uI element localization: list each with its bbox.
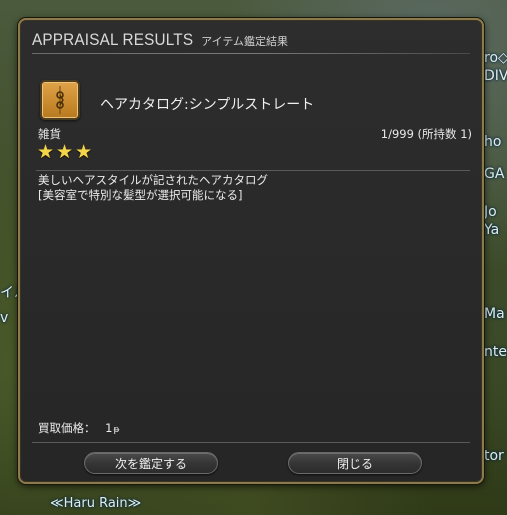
bg-nameplate-fragment: Ma	[484, 306, 505, 322]
item-stack-count: 1/999 (所持数 1)	[380, 127, 472, 141]
bg-nameplate-fragment: v	[0, 310, 9, 326]
bg-nameplate-fragment: Jo	[484, 204, 497, 220]
bg-player-nameplate: ≪Haru Rain≫	[50, 496, 142, 511]
description-line: 美しいヘアスタイルが記されたヘアカタログ	[38, 173, 268, 187]
bg-nameplate-fragment: GA	[484, 166, 505, 182]
sell-price: 買取価格： 1ᵽ	[38, 420, 120, 436]
star-icon: ★	[37, 141, 55, 163]
window-subtitle: アイテム鑑定結果	[201, 35, 289, 48]
appraise-next-button[interactable]: 次を鑑定する	[84, 452, 218, 474]
sell-price-value: 1	[105, 421, 113, 435]
item-description: 美しいヘアスタイルが記されたヘアカタログ [美容室で特別な髪型が選択可能になる]	[38, 173, 268, 203]
item-category: 雑貨	[38, 127, 61, 141]
description-line: [美容室で特別な髪型が選択可能になる]	[38, 188, 243, 202]
star-icon: ★	[56, 141, 74, 163]
sell-price-label: 買取価格：	[38, 421, 96, 435]
appraisal-results-window: APPRAISAL RESULTS アイテム鑑定結果 ヘアカタログ:シンプルスト…	[18, 18, 484, 484]
star-icon: ★	[75, 141, 93, 163]
bg-nameplate-fragment: nte	[484, 344, 507, 360]
item-rating: ★ ★ ★	[37, 143, 92, 162]
bg-nameplate-fragment: ho	[484, 134, 502, 150]
gil-icon: ᵽ	[113, 425, 120, 435]
window-title: APPRAISAL RESULTS	[32, 30, 194, 49]
bg-nameplate-fragment: ro◇	[484, 50, 507, 66]
description-divider	[36, 170, 470, 171]
close-button[interactable]: 閉じる	[288, 452, 422, 474]
item-name: ヘアカタログ:シンプルストレート	[100, 97, 315, 113]
title-divider	[32, 53, 470, 54]
footer-divider	[32, 442, 470, 443]
bg-nameplate-fragment: tor	[484, 448, 504, 464]
bg-nameplate-fragment: Ya	[484, 222, 500, 238]
bg-nameplate-fragment: DIV	[484, 68, 507, 84]
hair-catalog-envelope-icon[interactable]	[40, 80, 80, 120]
